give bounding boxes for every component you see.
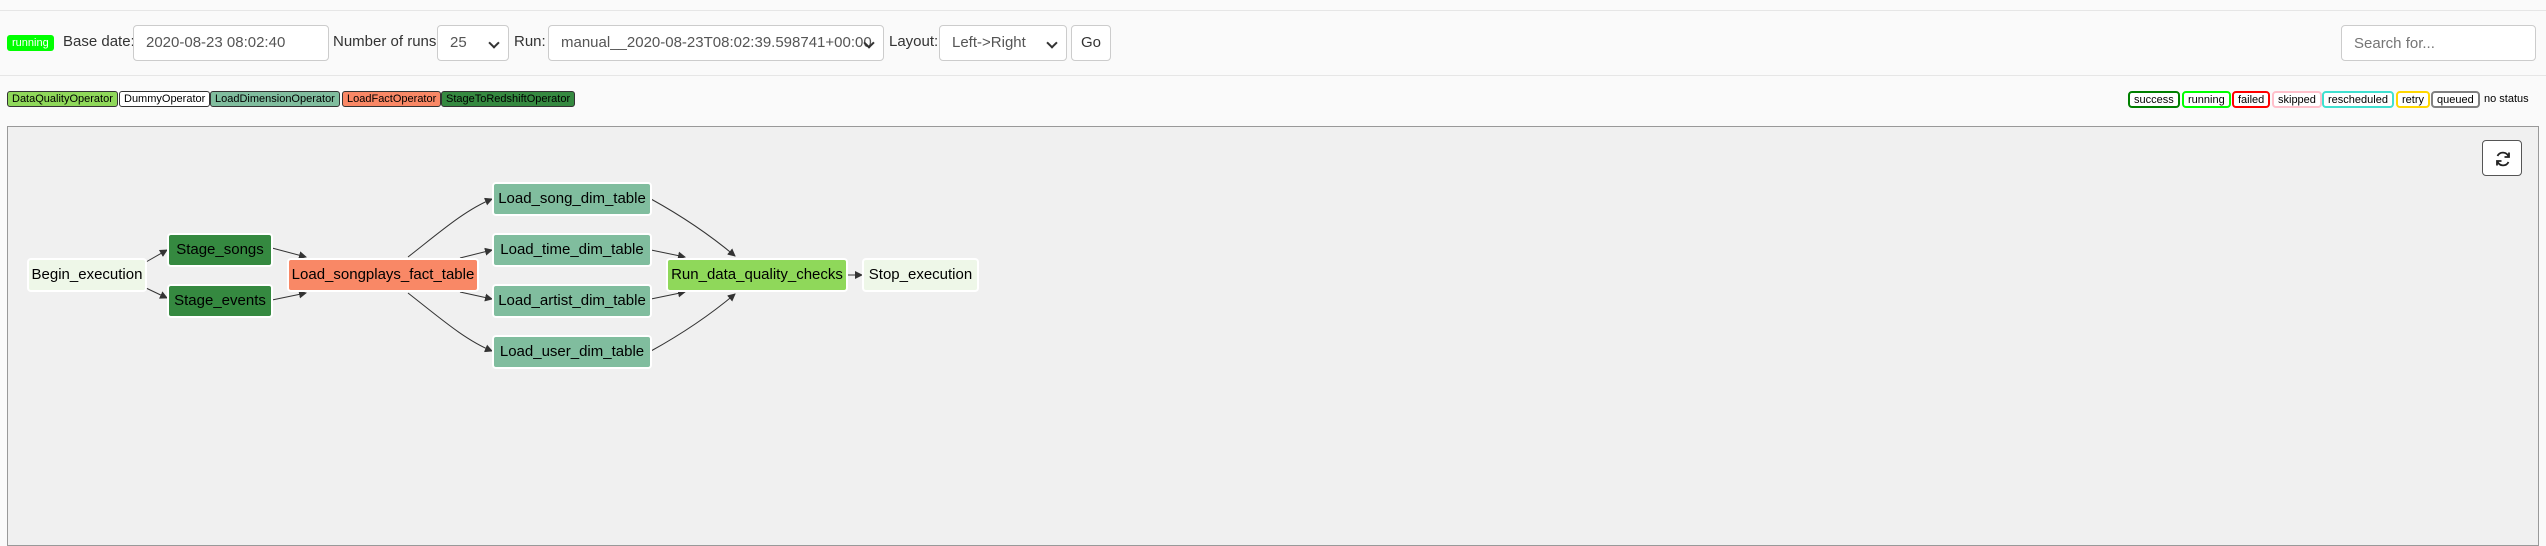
edge-time-dim-quality [650, 249, 686, 260]
task-node-load-song-dim-table[interactable]: Load_song_dim_table [492, 182, 652, 216]
edge-fact-artist-dim [459, 291, 493, 302]
edge-stage-events-fact [271, 290, 307, 301]
edge-stage-songs-fact [271, 247, 307, 260]
task-node-load-artist-dim-table[interactable]: Load_artist_dim_table [492, 284, 652, 318]
task-node-load-time-dim-table[interactable]: Load_time_dim_table [492, 233, 652, 267]
task-node-stage-events[interactable]: Stage_events [167, 284, 273, 318]
task-node-stage-songs[interactable]: Stage_songs [167, 233, 273, 267]
task-node-run-data-quality-checks[interactable]: Run_data_quality_checks [666, 258, 848, 292]
edge-user-dim-quality [650, 293, 736, 352]
edge-begin-stage-songs [145, 249, 168, 263]
edge-fact-user-dim [407, 292, 493, 353]
edge-artist-dim-quality [650, 289, 686, 300]
task-node-load-user-dim-table[interactable]: Load_user_dim_table [492, 335, 652, 369]
task-node-begin-execution[interactable]: Begin_execution [27, 258, 147, 292]
task-node-stop-execution[interactable]: Stop_execution [862, 258, 979, 292]
edge-begin-stage-events [145, 287, 168, 299]
edge-fact-song-dim [407, 197, 493, 258]
edge-fact-time-dim [459, 247, 493, 259]
edge-song-dim-quality [650, 198, 736, 257]
task-node-load-songplays-fact-table[interactable]: Load_songplays_fact_table [287, 258, 479, 292]
